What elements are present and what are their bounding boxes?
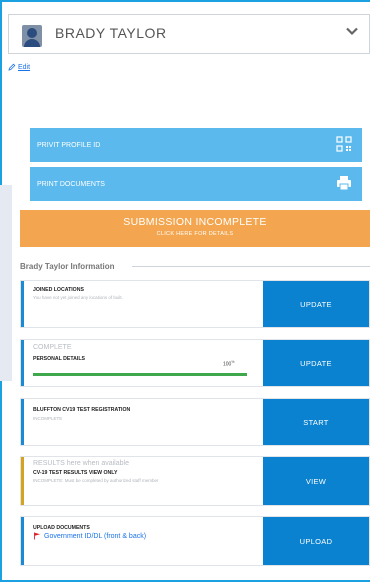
card-accent-bar — [21, 457, 24, 505]
edit-label: Edit — [18, 63, 31, 71]
card-personal-details: COMPLETE PERSONAL DETAILS 100% UPDATE — [20, 339, 370, 387]
edit-link[interactable]: Edit — [8, 63, 30, 71]
card-accent-bar — [21, 340, 24, 386]
card-subtitle: INCOMPLETE: Must be completed by authori… — [33, 478, 159, 483]
card-title: BLUFFTON CV19 TEST REGISTRATION — [33, 407, 131, 413]
card-subtitle: INCOMPLETE — [33, 416, 63, 421]
card-joined-locations: JOINED LOCATIONS You have not yet joined… — [20, 280, 370, 328]
card-accent-bar — [21, 517, 24, 565]
card-title: PERSONAL DETAILS — [33, 356, 85, 362]
card-upload-documents: UPLOAD DOCUMENTS Government ID/DL (front… — [20, 516, 370, 566]
card-title: CV-19 TEST RESULTS VIEW ONLY — [33, 470, 118, 476]
print-documents-label: PRINT DOCUMENTS — [37, 180, 105, 188]
card-accent-bar — [21, 281, 24, 327]
progress-bar — [33, 373, 247, 376]
start-registration-button[interactable]: START — [263, 399, 369, 445]
update-personal-details-button[interactable]: UPDATE — [263, 340, 369, 386]
card-accent-bar — [21, 399, 24, 445]
chevron-down-icon[interactable] — [345, 24, 359, 38]
submission-title: SUBMISSION INCOMPLETE — [123, 216, 267, 228]
user-selector[interactable]: BRADY TAYLOR — [8, 14, 370, 54]
document-link[interactable]: Government ID/DL (front & back) — [33, 532, 146, 540]
document-link-label: Government ID/DL (front & back) — [44, 532, 147, 540]
update-locations-button[interactable]: UPDATE — [263, 281, 369, 327]
user-name: BRADY TAYLOR — [55, 25, 167, 41]
section-title: Brady Taylor Information — [20, 262, 115, 271]
qr-code-icon — [336, 136, 352, 152]
card-subtitle: You have not yet joined any locations of… — [33, 295, 123, 300]
progress-percent: 100% — [223, 360, 235, 368]
card-cv19-registration: BLUFFTON CV19 TEST REGISTRATION INCOMPLE… — [20, 398, 370, 446]
submission-subtitle: CLICK HERE FOR DETAILS — [156, 231, 234, 237]
flag-icon — [34, 532, 40, 540]
privit-profile-id-button[interactable]: PRIVIT PROFILE ID — [30, 128, 362, 162]
printer-icon — [337, 176, 351, 191]
view-results-button[interactable]: VIEW — [263, 457, 369, 505]
card-status: RESULTS here when available — [33, 460, 129, 467]
card-title: JOINED LOCATIONS — [33, 287, 84, 293]
pencil-icon — [8, 63, 16, 71]
avatar — [22, 25, 42, 47]
upload-documents-button[interactable]: UPLOAD — [263, 517, 369, 565]
left-strip — [0, 185, 12, 381]
privit-profile-id-label: PRIVIT PROFILE ID — [37, 141, 101, 149]
submission-incomplete-banner[interactable]: SUBMISSION INCOMPLETE CLICK HERE FOR DET… — [20, 210, 370, 247]
card-title: UPLOAD DOCUMENTS — [33, 525, 90, 531]
section-divider — [132, 266, 370, 267]
card-status: COMPLETE — [33, 344, 72, 351]
print-documents-button[interactable]: PRINT DOCUMENTS — [30, 167, 362, 201]
card-test-results: RESULTS here when available CV-19 TEST R… — [20, 456, 370, 506]
